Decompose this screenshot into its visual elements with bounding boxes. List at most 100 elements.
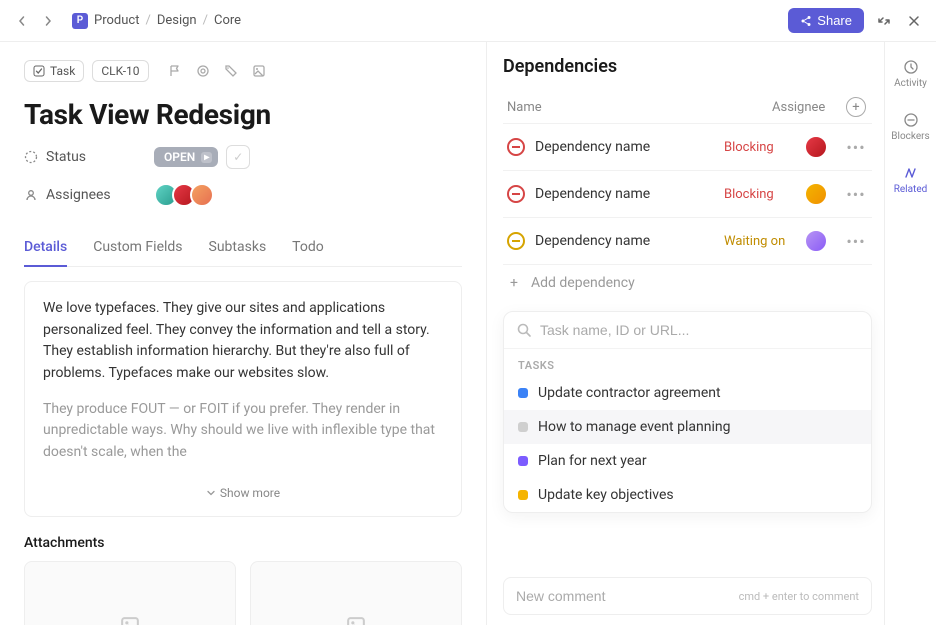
status-value: OPEN [164,150,195,164]
body: Task CLK-10 Task View Redesign Status OP… [0,42,936,625]
search-icon [516,322,532,338]
dependency-status-label: Blocking [724,187,796,202]
search-result-label: Update key objectives [538,487,674,503]
dependency-assignee-avatar[interactable] [804,229,828,253]
search-result-label: Plan for next year [538,453,647,469]
dependency-status-icon [507,185,525,203]
dependencies-title: Dependencies [503,56,872,77]
crumb-product[interactable]: Product [94,13,139,28]
search-results: Update contractor agreement How to manage… [504,376,871,512]
blockers-icon [902,111,920,129]
task-color-icon [518,456,528,466]
close-icon[interactable] [904,11,924,31]
breadcrumb: P Product / Design / Core [72,13,241,29]
share-label: Share [817,13,852,28]
crumb-core[interactable]: Core [214,13,241,28]
topbar-left: P Product / Design / Core [12,11,241,31]
add-dependency-icon[interactable]: + [846,97,866,117]
status-label: Status [24,149,154,165]
task-title[interactable]: Task View Redesign [24,98,462,131]
attachments-grid [24,561,462,625]
status-icon [24,150,38,164]
dependency-status-label: Blocking [724,140,796,155]
popover-section-label: TASKS [504,349,871,376]
description-p1: We love typefaces. They give our sites a… [43,298,443,385]
description-p2: They produce FOUT — or FOIT if you prefe… [43,399,443,464]
task-color-icon [518,490,528,500]
dependency-more-icon[interactable]: ••• [844,232,868,251]
dependency-row[interactable]: Dependency name Blocking ••• [503,123,872,170]
dependency-assignee-avatar[interactable] [804,135,828,159]
status-dropdown-icon: ▸ [201,152,212,163]
assignee-avatars[interactable] [154,183,214,207]
activity-icon [902,58,920,76]
target-icon[interactable] [195,63,211,79]
dependency-row[interactable]: Dependency name Waiting on ••• [503,217,872,264]
dependency-assignee-avatar[interactable] [804,182,828,206]
col-assignee: Assignee [772,100,844,115]
rail-related[interactable]: Related [885,160,936,199]
tab-custom-fields[interactable]: Custom Fields [93,229,182,267]
search-result-item[interactable]: Update key objectives [504,478,871,512]
assignees-label-text: Assignees [46,187,111,203]
search-result-item[interactable]: Update contractor agreement [504,376,871,410]
rail-label: Activity [894,78,927,89]
nav-back[interactable] [12,11,32,31]
tab-todo[interactable]: Todo [292,229,324,267]
task-id-chip[interactable]: CLK-10 [92,60,148,82]
flag-icon[interactable] [167,63,183,79]
description-card[interactable]: We love typefaces. They give our sites a… [24,281,462,517]
search-result-item[interactable]: How to manage event planning [504,410,871,444]
dependency-status-icon [507,138,525,156]
rail-blockers[interactable]: Blockers [885,107,936,146]
crumb-sep: / [203,13,208,28]
task-search-popover: TASKS Update contractor agreement How to … [503,311,872,513]
rail-activity[interactable]: Activity [885,54,936,93]
crumb-design[interactable]: Design [157,13,197,28]
task-action-icons [167,63,267,79]
add-dependency-label: Add dependency [531,275,635,291]
assignees-label: Assignees [24,187,154,203]
tabs: Details Custom Fields Subtasks Todo [24,229,462,267]
image-icon[interactable] [251,63,267,79]
chevron-down-icon [206,488,216,498]
mark-complete-checkbox[interactable]: ✓ [226,145,250,169]
dependencies-panel: Dependencies Name Assignee + Dependency … [486,42,884,625]
dependencies-header: Name Assignee + [503,91,872,123]
search-result-item[interactable]: Plan for next year [504,444,871,478]
attachment-placeholder[interactable] [250,561,462,625]
dependency-status-icon [507,232,525,250]
task-type-chip[interactable]: Task [24,60,84,82]
dependency-more-icon[interactable]: ••• [844,138,868,157]
tag-icon[interactable] [223,63,239,79]
image-icon [345,615,367,625]
add-dependency-row[interactable]: + Add dependency [503,264,872,301]
status-pill[interactable]: OPEN ▸ [154,147,218,167]
show-more-button[interactable]: Show more [43,478,443,509]
right-rail: Activity Blockers Related [884,42,936,625]
avatar[interactable] [190,183,214,207]
nav-forward[interactable] [38,11,58,31]
col-name: Name [507,100,772,115]
dependency-row[interactable]: Dependency name Blocking ••• [503,170,872,217]
task-chip-label: Task [50,64,75,78]
task-search-input[interactable] [540,322,859,338]
search-result-label: Update contractor agreement [538,385,721,401]
share-icon [800,15,812,27]
share-button[interactable]: Share [788,8,864,33]
tab-details[interactable]: Details [24,229,67,267]
attachment-placeholder[interactable] [24,561,236,625]
col-add: + [844,97,868,117]
rail-label: Related [894,184,928,195]
search-input-wrap [504,312,871,349]
dependency-status-label: Waiting on [724,234,796,249]
collapse-icon[interactable] [874,11,894,31]
rail-label: Blockers [891,131,929,142]
person-icon [24,188,38,202]
dependency-more-icon[interactable]: ••• [844,185,868,204]
dependency-name: Dependency name [535,139,724,155]
comment-input[interactable] [516,588,729,604]
tab-subtasks[interactable]: Subtasks [209,229,267,267]
status-row: Status OPEN ▸ ✓ [24,145,462,169]
related-icon [902,164,920,182]
